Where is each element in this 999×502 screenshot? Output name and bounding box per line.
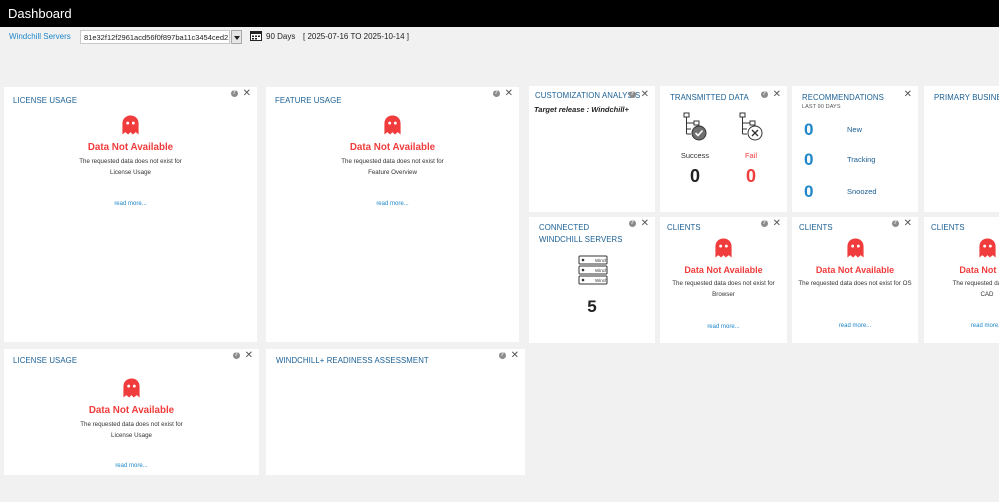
clients-browser-panel: CLIENTS ? ✕ Data Not Available The reque… xyxy=(660,217,787,343)
fail-count: 0 xyxy=(745,166,756,186)
clients-os-panel: CLIENTS ? ✕ Data Not Available The reque… xyxy=(792,217,918,343)
read-more-link[interactable]: read more... xyxy=(266,201,519,207)
no-data-description: The requested data does not exist for Fe… xyxy=(341,158,444,176)
recommendation-label[interactable]: Tracking xyxy=(847,151,875,169)
close-icon[interactable]: ✕ xyxy=(641,90,649,100)
help-icon[interactable]: ? xyxy=(492,90,500,97)
close-icon[interactable]: ✕ xyxy=(641,219,649,229)
success-label: Success xyxy=(680,151,710,160)
server-count: 5 xyxy=(587,297,597,316)
close-icon[interactable]: ✕ xyxy=(243,89,251,99)
ghost-icon xyxy=(978,238,996,258)
panel-subtitle: LAST 90 DAYS xyxy=(802,104,841,110)
help-icon[interactable]: ? xyxy=(230,90,238,97)
no-data-description: The requested data does not exist for OS xyxy=(798,280,912,287)
license-usage-panel: LICENSE USAGE ? ✕ Data Not Available The… xyxy=(4,87,257,342)
panel-title: PRIMARY BUSINESS xyxy=(934,93,999,102)
feature-usage-panel: FEATURE USAGE ? ✕ Data Not Available The… xyxy=(266,87,519,342)
readiness-assessment-panel: WINDCHILL+ READINESS ASSESSMENT ? ✕ xyxy=(266,349,525,475)
ghost-icon xyxy=(846,238,864,258)
panel-title: CLIENTS xyxy=(667,223,701,232)
connected-servers-panel: CONNECTED WINDCHILL SERVERS ? ✕ Winch Wi… xyxy=(529,217,655,343)
no-data-title: Data Not Available xyxy=(684,265,763,275)
help-icon[interactable]: ? xyxy=(760,91,768,98)
read-more-link[interactable]: read more... xyxy=(792,323,918,329)
panel-title: RECOMMENDATIONS LAST 90 DAYS xyxy=(802,93,884,110)
success-count: 0 xyxy=(689,166,700,186)
page-title: Dashboard xyxy=(8,6,72,21)
recommendation-count: 0 xyxy=(804,150,814,169)
customization-analysis-panel: CUSTOMIZATION ANALYSIS ? ✕ Target releas… xyxy=(529,86,655,212)
panel-title: FEATURE USAGE xyxy=(275,96,342,105)
license-usage-panel-2: LICENSE USAGE ? ✕ Data Not Available The… xyxy=(4,349,259,475)
no-data-description: The requested data does not exist for Li… xyxy=(79,158,182,176)
top-bar: Dashboard xyxy=(0,0,999,27)
ghost-icon xyxy=(122,115,139,135)
server-stack-icon: Winch Winch Winch xyxy=(578,255,608,285)
panel-title: LICENSE USAGE xyxy=(13,96,78,105)
panel-title: CUSTOMIZATION ANALYSIS xyxy=(535,91,641,100)
clients-cad-panel: CLIENTS Data Not Ava The requested data … xyxy=(924,217,999,343)
no-data-title: Data Not Ava xyxy=(959,265,999,275)
help-icon[interactable]: ? xyxy=(760,220,768,227)
dropdown-arrow-icon[interactable] xyxy=(231,30,242,44)
panel-title: CLIENTS xyxy=(931,223,965,232)
close-icon[interactable]: ✕ xyxy=(904,90,912,100)
server-select[interactable]: 81e32f12f2961acd56f0f897ba11c3454ced2... xyxy=(80,30,230,44)
ghost-icon xyxy=(123,378,140,398)
svg-text:Winch: Winch xyxy=(595,258,608,263)
windchill-servers-link[interactable]: Windchill Servers xyxy=(9,32,71,41)
recommendation-count: 0 xyxy=(804,182,814,201)
success-stat: Success 0 xyxy=(675,112,715,187)
recommendations-panel: RECOMMENDATIONS LAST 90 DAYS ✕ 0 New 0 T… xyxy=(792,86,918,212)
no-data-title: Data Not Available xyxy=(88,405,175,416)
svg-text:Winch: Winch xyxy=(595,268,608,273)
fail-label: Fail xyxy=(744,151,758,160)
primary-business-panel: PRIMARY BUSINESS xyxy=(924,86,999,212)
recommendation-label[interactable]: New xyxy=(847,121,862,139)
target-release-label: Target release : Windchill+ xyxy=(534,105,629,114)
close-icon[interactable]: ✕ xyxy=(505,89,513,99)
no-data-description: The requested data does not exist for Li… xyxy=(80,421,183,439)
close-icon[interactable]: ✕ xyxy=(773,90,781,100)
help-icon[interactable]: ? xyxy=(628,220,636,227)
ghost-icon xyxy=(715,238,732,258)
no-data-description: The requested data does CAD xyxy=(952,280,999,298)
fail-stat: Fail 0 xyxy=(731,112,771,187)
help-icon[interactable]: ? xyxy=(498,352,506,359)
close-icon[interactable]: ✕ xyxy=(773,219,781,229)
read-more-link[interactable]: read more... xyxy=(4,463,259,469)
no-data-description: The requested data does not exist for Br… xyxy=(672,280,775,298)
flow-success-icon xyxy=(683,112,707,141)
ghost-icon xyxy=(384,115,401,135)
date-range: [ 2025-07-16 TO 2025-10-14 ] xyxy=(303,32,409,41)
no-data-title: Data Not Available xyxy=(815,265,895,275)
read-more-link[interactable]: read more... xyxy=(4,201,257,207)
close-icon[interactable]: ✕ xyxy=(904,219,912,229)
panel-title: WINDCHILL+ READINESS ASSESSMENT xyxy=(276,356,429,365)
panel-title: TRANSMITTED DATA xyxy=(670,93,749,102)
calendar-icon[interactable] xyxy=(250,31,262,41)
read-more-link[interactable]: read more... xyxy=(660,324,787,330)
panel-title: CONNECTED WINDCHILL SERVERS xyxy=(539,223,623,244)
recommendation-label[interactable]: Snoozed xyxy=(847,183,877,201)
close-icon[interactable]: ✕ xyxy=(511,351,519,361)
filter-bar: Windchill Servers 81e32f12f2961acd56f0f8… xyxy=(0,27,999,49)
help-icon[interactable]: ? xyxy=(232,352,240,359)
help-icon[interactable]: ? xyxy=(628,91,636,98)
close-icon[interactable]: ✕ xyxy=(245,351,253,361)
recommendation-count: 0 xyxy=(804,120,814,139)
days-label: 90 Days xyxy=(266,32,296,41)
no-data-title: Data Not Available xyxy=(349,142,436,153)
read-more-link[interactable]: read more... xyxy=(924,323,999,329)
panel-title: CLIENTS xyxy=(799,223,833,232)
no-data-title: Data Not Available xyxy=(87,142,174,153)
help-icon[interactable]: ? xyxy=(891,220,899,227)
flow-fail-icon xyxy=(739,112,763,141)
transmitted-data-panel: TRANSMITTED DATA ? ✕ Success 0 Fail 0 xyxy=(660,86,787,212)
svg-text:Winch: Winch xyxy=(595,278,608,283)
panel-title: LICENSE USAGE xyxy=(13,356,78,365)
